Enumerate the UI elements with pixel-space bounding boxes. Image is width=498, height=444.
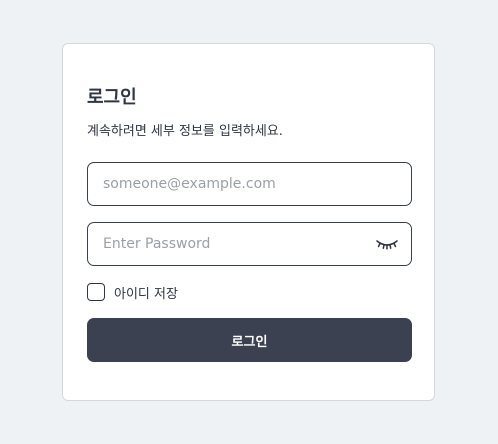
page-title: 로그인 [87, 87, 137, 108]
password-field[interactable] [103, 223, 363, 265]
remember-id-checkbox[interactable] [87, 283, 105, 301]
login-button[interactable]: 로그인 [87, 318, 412, 362]
remember-id-label: 아이디 저장 [114, 286, 178, 302]
password-field-container [87, 222, 412, 266]
remember-id-row[interactable]: 아이디 저장 [87, 282, 178, 302]
login-card: 로그인 계속하려면 세부 정보를 입력하세요. 아이디 저장 로그인 [62, 43, 435, 401]
eye-closed-icon[interactable] [375, 235, 399, 253]
page-subtitle: 계속하려면 세부 정보를 입력하세요. [87, 124, 283, 139]
email-field[interactable] [103, 163, 363, 205]
email-field-container [87, 162, 412, 206]
